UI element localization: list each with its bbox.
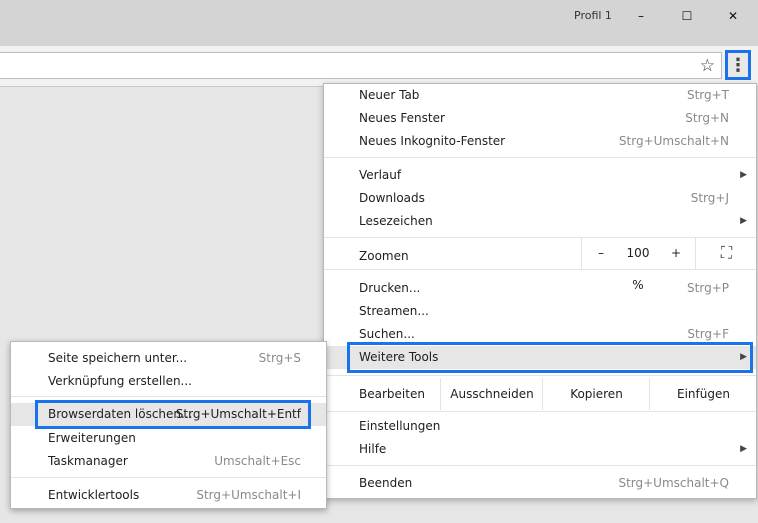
edit-row: Bearbeiten Ausschneiden Kopieren Einfüge… — [324, 378, 756, 410]
submenu-item-extensions[interactable]: Erweiterungen — [11, 427, 326, 450]
submenu-item-clear-data[interactable]: Browserdaten löschen... Strg+Umschalt+En… — [11, 403, 326, 426]
fullscreen-button[interactable]: ⛶ — [695, 237, 757, 269]
zoom-in-button[interactable]: + — [657, 237, 695, 269]
menu-item-downloads[interactable]: Downloads Strg+J — [324, 187, 756, 210]
menu-item-shortcut: Strg+F — [687, 327, 729, 341]
submenu-arrow-icon: ▶ — [740, 352, 747, 362]
menu-item-label: Neuer Tab — [359, 88, 420, 102]
menu-separator — [11, 477, 326, 478]
menu-item-label: Verlauf — [359, 168, 402, 182]
profile-name[interactable]: Profil 1 — [574, 9, 612, 22]
menu-item-label: Seite speichern unter... — [48, 351, 188, 365]
menu-item-shortcut: Strg+T — [686, 88, 729, 102]
menu-item-shortcut: Strg+Umschalt+Q — [618, 476, 729, 490]
submenu-item-task-manager[interactable]: Taskmanager Umschalt+Esc — [11, 450, 326, 473]
menu-item-label: Erweiterungen — [48, 431, 136, 445]
paste-button[interactable]: Einfügen — [649, 378, 757, 410]
menu-separator — [324, 157, 756, 158]
submenu-item-save-page[interactable]: Seite speichern unter... Strg+S — [11, 347, 326, 370]
menu-item-more-tools[interactable]: Weitere Tools ▶ — [324, 346, 756, 369]
close-button[interactable]: ✕ — [710, 0, 756, 32]
menu-item-shortcut: Umschalt+Esc — [214, 454, 301, 468]
menu-item-label: Browserdaten löschen... — [48, 407, 193, 421]
fullscreen-icon: ⛶ — [720, 243, 733, 262]
menu-item-label: Lesezeichen — [359, 214, 433, 228]
copy-button[interactable]: Kopieren — [542, 378, 650, 410]
minus-icon: – — [598, 246, 604, 260]
menu-separator — [324, 411, 756, 412]
menu-item-shortcut: Strg+P — [687, 281, 729, 295]
menu-item-label: Hilfe — [359, 442, 387, 456]
menu-item-label: Beenden — [359, 476, 413, 490]
cut-button[interactable]: Ausschneiden — [440, 378, 543, 410]
more-tools-submenu: Seite speichern unter... Strg+S Verknüpf… — [10, 341, 327, 509]
menu-item-find[interactable]: Suchen... Strg+F — [324, 323, 756, 346]
menu-button[interactable]: ⋮ — [725, 50, 751, 80]
menu-item-shortcut: Strg+Umschalt+Entf — [175, 407, 301, 421]
menu-item-label: Weitere Tools — [359, 350, 439, 364]
kebab-menu-icon: ⋮ — [729, 54, 747, 76]
menu-item-shortcut: Strg+Umschalt+I — [196, 488, 301, 502]
menu-separator — [324, 465, 756, 466]
menu-item-shortcut: Strg+J — [690, 191, 729, 205]
menu-item-label: Streamen... — [359, 304, 429, 318]
submenu-arrow-icon: ▶ — [740, 170, 747, 180]
submenu-arrow-icon: ▶ — [740, 216, 747, 226]
zoom-label: Zoomen — [359, 249, 409, 263]
maximize-icon: ☐ — [681, 9, 693, 23]
toolbar: ☆ ⋮ — [0, 46, 758, 87]
zoom-out-button[interactable]: – — [581, 237, 620, 269]
menu-item-new-tab[interactable]: Neuer Tab Strg+T — [324, 84, 756, 107]
menu-item-history[interactable]: Verlauf ▶ — [324, 164, 756, 187]
menu-item-exit[interactable]: Beenden Strg+Umschalt+Q — [324, 472, 756, 495]
menu-item-shortcut: Strg+Umschalt+N — [618, 134, 729, 148]
main-menu: Neuer Tab Strg+T Neues Fenster Strg+N Ne… — [323, 83, 757, 499]
menu-item-label: Suchen... — [359, 327, 415, 341]
menu-item-label: Neues Fenster — [359, 111, 445, 125]
minimize-button[interactable]: – — [618, 0, 664, 32]
menu-item-shortcut: Strg+N — [685, 111, 729, 125]
close-icon: ✕ — [727, 9, 739, 23]
menu-item-label: Drucken... — [359, 281, 421, 295]
menu-item-label: Taskmanager — [48, 454, 128, 468]
menu-item-label: Downloads — [359, 191, 425, 205]
title-bar: Profil 1 – ☐ ✕ — [0, 0, 758, 46]
menu-item-new-window[interactable]: Neues Fenster Strg+N — [324, 107, 756, 130]
bookmark-star-icon[interactable]: ☆ — [700, 56, 715, 76]
menu-item-shortcut: Strg+S — [258, 351, 301, 365]
submenu-item-create-shortcut[interactable]: Verknüpfung erstellen... — [11, 370, 326, 393]
maximize-button[interactable]: ☐ — [664, 0, 710, 32]
menu-item-settings[interactable]: Einstellungen — [324, 415, 756, 438]
plus-icon: + — [670, 246, 682, 260]
menu-item-label: Einstellungen — [359, 419, 441, 433]
menu-item-print[interactable]: Drucken... Strg+P — [324, 277, 756, 300]
menu-item-help[interactable]: Hilfe ▶ — [324, 438, 756, 461]
zoom-value: 100 % — [626, 246, 650, 292]
menu-item-incognito[interactable]: Neues Inkognito-Fenster Strg+Umschalt+N — [324, 130, 756, 153]
menu-separator — [324, 375, 756, 376]
edit-label: Bearbeiten — [359, 387, 425, 401]
menu-item-cast[interactable]: Streamen... — [324, 300, 756, 323]
menu-separator — [324, 269, 756, 270]
minimize-icon: – — [638, 9, 644, 23]
submenu-arrow-icon: ▶ — [740, 444, 747, 454]
menu-separator — [11, 396, 326, 397]
address-bar[interactable]: ☆ — [0, 52, 722, 79]
submenu-item-dev-tools[interactable]: Entwicklertools Strg+Umschalt+I — [11, 484, 326, 507]
menu-item-label: Verknüpfung erstellen... — [48, 374, 192, 388]
menu-item-label: Entwicklertools — [48, 488, 140, 502]
menu-item-label: Neues Inkognito-Fenster — [359, 134, 506, 148]
menu-item-bookmarks[interactable]: Lesezeichen ▶ — [324, 210, 756, 233]
